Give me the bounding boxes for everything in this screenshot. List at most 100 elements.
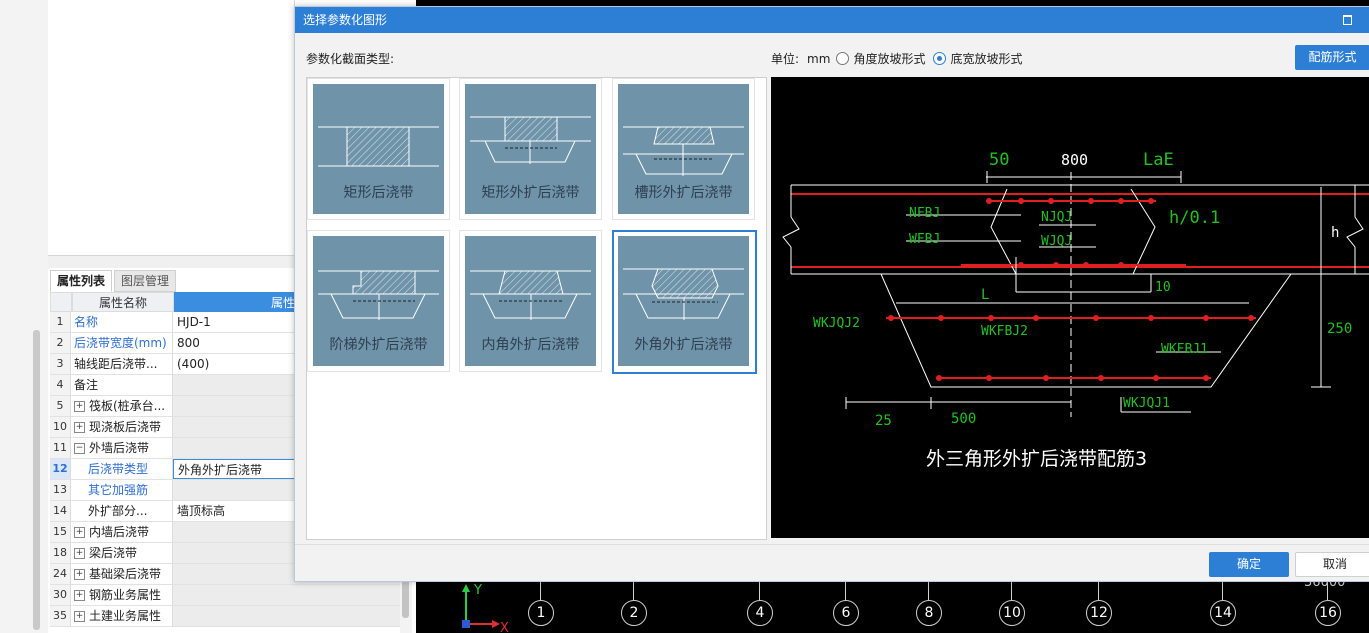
dim-h01: h/0.1	[1169, 208, 1220, 228]
type-trough-extended[interactable]: 槽形外扩后浇带	[612, 78, 755, 220]
label-wjqj: WJQJ	[1041, 234, 1072, 249]
property-name: + 土建业务属性	[71, 606, 173, 626]
type-rect-post-pour[interactable]: 矩形后浇带	[307, 78, 450, 220]
radio-angle-slope[interactable]	[836, 52, 850, 65]
section-type-gallery: 矩形后浇带 矩形外扩后浇带 槽形外扩后浇带 阶梯外扩后浇带 内角外扩后浇带 外角…	[306, 77, 767, 540]
property-row[interactable]: 35 + 土建业务属性	[50, 606, 404, 627]
axis-marker[interactable]: 10	[999, 600, 1025, 626]
property-name-text: 备注	[74, 378, 99, 392]
unit-value: mm	[807, 51, 831, 66]
thumb-stepped: 阶梯外扩后浇带	[313, 236, 444, 366]
label-wkjqj2: WKJQJ2	[813, 316, 860, 331]
dim-500: 500	[951, 411, 976, 427]
expand-icon[interactable]: +	[74, 569, 85, 580]
tab-layer-management[interactable]: 图层管理	[114, 270, 177, 292]
dialog-titlebar: 选择参数化图形	[295, 7, 1369, 33]
dim-50: 50	[989, 150, 1009, 170]
unit-label: 单位:	[771, 52, 800, 66]
expand-icon[interactable]: +	[74, 611, 85, 622]
property-name: − 外墙后浇带	[71, 438, 173, 458]
tab-property-list[interactable]: 属性列表	[50, 270, 113, 292]
unit-bar: 单位: mm 角度放坡形式 底宽放坡形式	[771, 50, 1022, 67]
type-rect-extended[interactable]: 矩形外扩后浇带	[459, 78, 602, 220]
property-name: 其它加强筋	[71, 480, 173, 500]
type-label: 外角外扩后浇带	[634, 337, 733, 353]
thumb-inner-corner: 内角外扩后浇带	[465, 236, 596, 366]
expand-icon[interactable]: +	[74, 422, 85, 433]
radio-angle-label[interactable]: 角度放坡形式	[853, 50, 925, 67]
scrollbar-thumb[interactable]	[402, 578, 409, 618]
property-value[interactable]	[173, 606, 404, 626]
row-number: 35	[50, 606, 71, 626]
property-value[interactable]	[173, 585, 404, 605]
dim-800: 800	[1061, 151, 1088, 169]
row-number: 4	[50, 375, 71, 395]
property-name: 轴线距后浇带...	[71, 354, 173, 374]
label-nfbj: NFBJ	[909, 206, 940, 221]
axis-grid-line	[540, 582, 541, 600]
type-inner-corner-extended[interactable]: 内角外扩后浇带	[459, 230, 602, 372]
row-number: 3	[50, 354, 71, 374]
property-name-text: 其它加强筋	[88, 483, 149, 497]
type-label: 槽形外扩后浇带	[634, 185, 733, 201]
maximize-icon[interactable]	[1343, 15, 1352, 25]
label-wfbj: WFBJ	[909, 232, 940, 247]
expand-icon[interactable]: +	[74, 590, 85, 601]
axis-grid-line	[1098, 582, 1099, 600]
property-name: + 筏板(桩承台...	[71, 396, 173, 416]
row-number: 12	[50, 459, 71, 479]
panel-splitter[interactable]	[48, 256, 294, 268]
row-number: 5	[50, 396, 71, 416]
preview-caption: 外三角形外扩后浇带配筋3	[926, 448, 1147, 470]
row-number: 13	[50, 480, 71, 500]
property-name-text: 梁后浇带	[89, 546, 138, 560]
type-label: 矩形外扩后浇带	[481, 185, 580, 201]
axis-marker[interactable]: 1	[528, 600, 554, 626]
row-number: 1	[50, 312, 71, 332]
ok-button[interactable]: 确定	[1209, 552, 1289, 577]
row-number: 10	[50, 417, 71, 437]
property-name-text: 名称	[74, 315, 99, 329]
axis-marker[interactable]: 12	[1086, 600, 1112, 626]
type-stepped-extended[interactable]: 阶梯外扩后浇带	[307, 230, 450, 372]
preview-canvas: 50 800 LaE h/0.1 h NFBJ NJQJ WFBJ WJQJ L…	[771, 77, 1369, 538]
axis-marker[interactable]: 8	[916, 600, 942, 626]
property-name: 后浇带类型	[71, 459, 173, 479]
y-axis-label: Y	[473, 583, 482, 598]
property-name-text: 后浇带宽度(mm)	[74, 336, 167, 350]
axis-marker[interactable]: 6	[833, 600, 859, 626]
left-scrollbar[interactable]	[33, 330, 40, 630]
dialog-title: 选择参数化图形	[303, 13, 388, 27]
radio-width-label[interactable]: 底宽放坡形式	[950, 50, 1022, 67]
axis-grid-line	[759, 582, 760, 600]
type-outer-corner-extended[interactable]: 外角外扩后浇带	[612, 230, 757, 374]
axis-marker[interactable]: 4	[747, 600, 773, 626]
type-label: 矩形后浇带	[343, 185, 414, 201]
cancel-button[interactable]: 取消	[1295, 552, 1369, 577]
properties-tabs: 属性列表 图层管理	[50, 270, 178, 292]
property-name: 名称	[71, 312, 173, 332]
collapse-icon[interactable]: −	[74, 443, 85, 454]
axis-marker[interactable]: 16	[1315, 600, 1341, 626]
radio-width-slope[interactable]	[933, 52, 947, 65]
label-njqj: NJQJ	[1041, 210, 1072, 225]
label-10: 10	[1155, 280, 1171, 295]
expand-icon[interactable]: +	[74, 401, 85, 412]
expand-icon[interactable]: +	[74, 548, 85, 559]
axis-grid-line	[1222, 582, 1223, 600]
expand-icon[interactable]: +	[74, 527, 85, 538]
property-name: + 内墙后浇带	[71, 522, 173, 542]
row-number: 24	[50, 564, 71, 584]
axis-marker[interactable]: 2	[621, 600, 647, 626]
row-number: 15	[50, 522, 71, 542]
property-name-text: 现浇板后浇带	[89, 420, 162, 434]
property-name-text: 土建业务属性	[89, 609, 162, 623]
axis-grid-line	[633, 582, 634, 600]
rebar-diagram: 50 800 LaE h/0.1 h NFBJ NJQJ WFBJ WJQJ L…	[782, 150, 1369, 470]
property-name-text: 轴线距后浇带...	[74, 357, 158, 371]
property-row[interactable]: 30 + 钢筋业务属性	[50, 585, 404, 606]
type-label: 阶梯外扩后浇带	[329, 337, 428, 353]
label-l: L	[981, 287, 989, 303]
rebar-form-button[interactable]: 配筋形式	[1295, 45, 1369, 70]
axis-marker[interactable]: 14	[1210, 600, 1236, 626]
